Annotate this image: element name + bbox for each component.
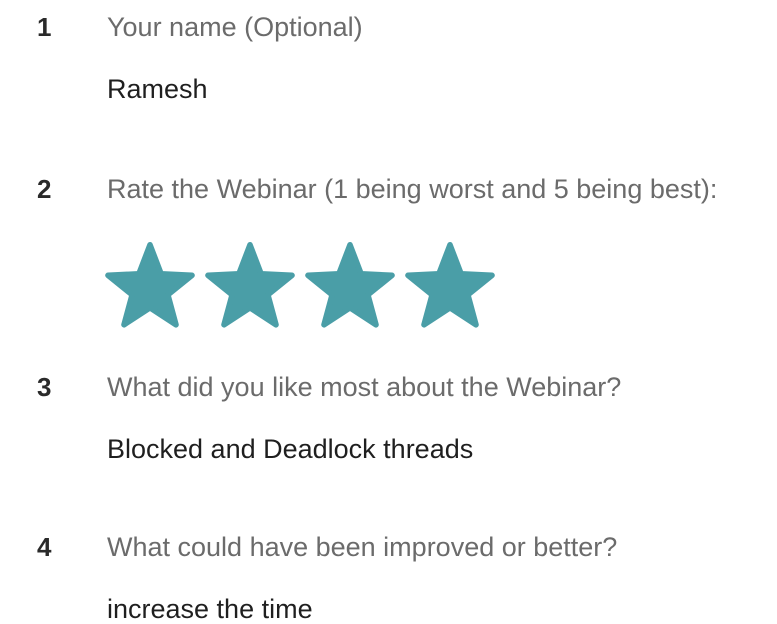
- question-label: What did you like most about the Webinar…: [107, 372, 622, 402]
- answer-text: Blocked and Deadlock threads: [107, 434, 474, 464]
- answer-text: increase the time: [107, 594, 313, 624]
- question-2: 2 Rate the Webinar (1 being worst and 5 …: [0, 174, 777, 344]
- question-number: 4: [37, 532, 52, 562]
- question-4: 4 What could have been improved or bette…: [0, 532, 777, 624]
- answer-text: Ramesh: [107, 74, 208, 104]
- question-number: 3: [37, 372, 52, 402]
- question-label: Rate the Webinar (1 being worst and 5 be…: [107, 174, 718, 204]
- star-rating: [103, 242, 513, 336]
- question-3: 3 What did you like most about the Webin…: [0, 372, 777, 472]
- star-icon[interactable]: [403, 242, 497, 336]
- question-label: What could have been improved or better?: [107, 532, 618, 562]
- question-number: 2: [37, 174, 52, 204]
- question-1: 1 Your name (Optional) Ramesh: [0, 12, 777, 112]
- question-label: Your name (Optional): [107, 12, 363, 42]
- star-icon[interactable]: [303, 242, 397, 336]
- question-number: 1: [37, 12, 52, 42]
- star-icon[interactable]: [103, 242, 197, 336]
- star-icon[interactable]: [203, 242, 297, 336]
